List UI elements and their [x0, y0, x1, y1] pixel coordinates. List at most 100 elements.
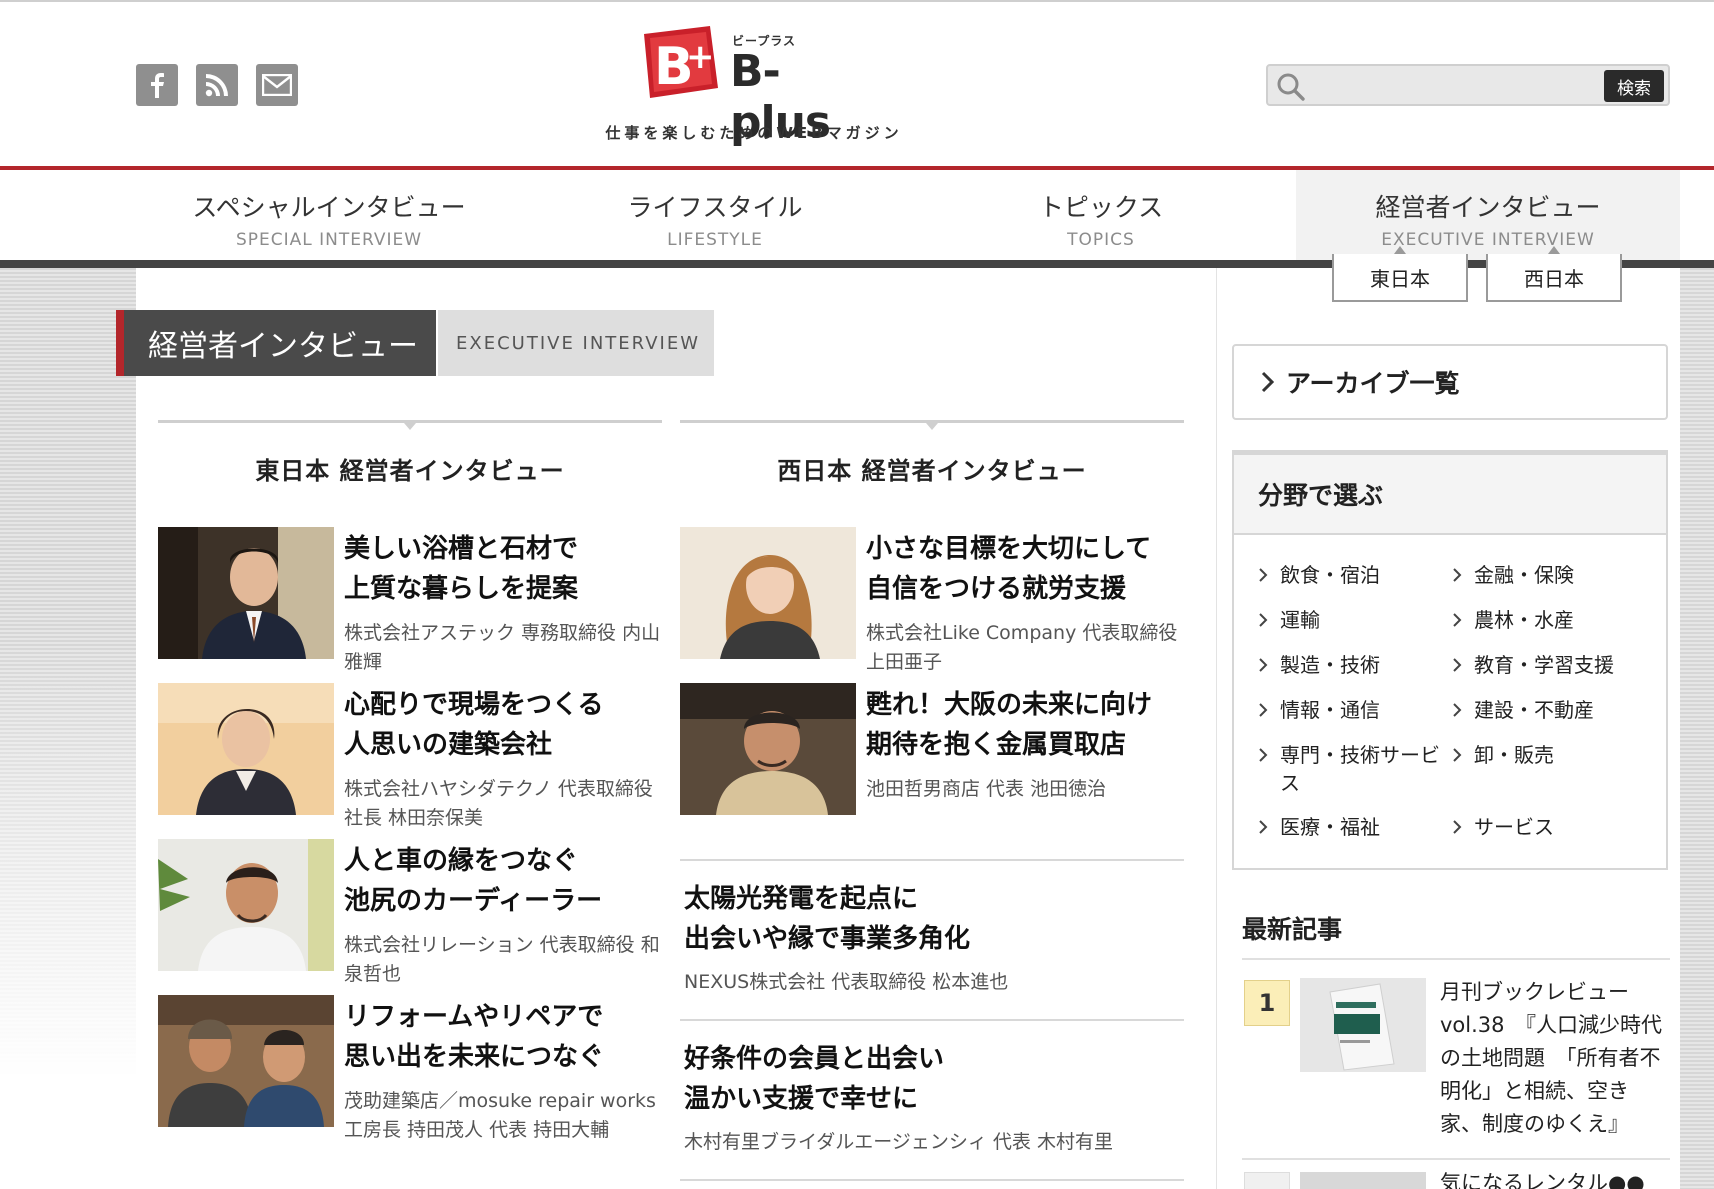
chevron-right-icon	[1259, 658, 1268, 672]
chevron-right-icon	[1453, 568, 1462, 582]
genre-item[interactable]: 運輸	[1254, 606, 1454, 634]
nav-label-jp: スペシャルインタビュー	[192, 193, 466, 222]
west-card-list: 小さな目標を大切にして 自信をつける就労支援 株式会社Like Company 代…	[680, 527, 1184, 1187]
search-box: 検索	[1266, 64, 1670, 106]
genre-item[interactable]: サービス	[1448, 813, 1648, 841]
facebook-button[interactable]	[136, 64, 178, 106]
article-thumbnail	[158, 839, 334, 971]
column-divider	[158, 420, 662, 430]
west-japan-column: 西日本 経営者インタビュー	[680, 420, 1184, 486]
genre-title: 分野で選ぶ	[1234, 455, 1666, 535]
article-title: 小さな目標を大切にして 自信をつける就労支援	[866, 534, 1152, 604]
genre-item[interactable]: 情報・通信	[1254, 696, 1454, 724]
article-author: 木村有里ブライダルエージェンシィ 代表 木村有里	[684, 1131, 1113, 1153]
article-author: 株式会社Like Company 代表取締役 上田亜子	[866, 622, 1178, 673]
article-card[interactable]: 小さな目標を大切にして 自信をつける就労支援 株式会社Like Company 代…	[680, 527, 1184, 677]
article-author: 茂助建築店／mosuke repair works 工房長 持田茂人 代表 持田…	[344, 1090, 656, 1141]
article-author: NEXUS株式会社 代表取締役 松本進也	[684, 971, 1009, 993]
background-fade	[0, 640, 136, 1189]
card-divider	[680, 1179, 1184, 1181]
svg-text:+: +	[686, 37, 715, 77]
rank-badge	[1244, 1172, 1290, 1189]
column-title: 東日本 経営者インタビュー	[255, 457, 565, 485]
genre-item[interactable]: 金融・保険	[1448, 561, 1648, 589]
genre-item[interactable]: 医療・福祉	[1254, 813, 1454, 841]
genre-item[interactable]: 卸・販売	[1448, 741, 1648, 769]
mail-icon	[262, 74, 292, 96]
article-card[interactable]: 甦れ！大阪の未来に向け 期待を抱く金属買取店 池田哲男商店 代表 池田徳治	[680, 683, 1184, 833]
nav-lifestyle[interactable]: ライフスタイル LIFESTYLE	[522, 170, 908, 262]
rss-button[interactable]	[196, 64, 238, 106]
nav-special-interview[interactable]: スペシャルインタビュー SPECIAL INTERVIEW	[136, 170, 522, 262]
nav-label-en: LIFESTYLE	[667, 230, 763, 250]
site-header: B + ビープラス B-plus 仕事を楽しむためのWEBマガジン 検索	[0, 2, 1714, 168]
nav-label-en: SPECIAL INTERVIEW	[235, 230, 423, 250]
nav-label-en: TOPICS	[1067, 230, 1135, 250]
chevron-right-icon	[1259, 748, 1268, 762]
section-title-jp: 経営者インタビュー	[116, 310, 436, 376]
article-thumbnail	[158, 995, 334, 1127]
article-card[interactable]: 人と車の縁をつなぐ 池尻のカーディーラー 株式会社リレーション 代表取締役 和泉哲…	[158, 839, 662, 989]
chevron-right-icon	[1259, 568, 1268, 582]
article-author: 株式会社ハヤシダテクノ 代表取締役社長 林田奈保美	[344, 778, 653, 829]
search-icon	[1277, 73, 1305, 101]
article-title: 美しい浴槽と石材で 上質な暮らしを提案	[344, 534, 579, 604]
rss-icon	[205, 74, 228, 97]
article-card[interactable]: リフォームやリペアで 思い出を未来につなぐ 茂助建築店／mosuke repair…	[158, 995, 662, 1145]
latest-divider	[1242, 1158, 1670, 1160]
genre-item[interactable]: 製造・技術	[1254, 651, 1454, 679]
subnav-east-japan[interactable]: 東日本	[1332, 246, 1468, 302]
chevron-right-icon	[1453, 613, 1462, 627]
latest-thumbnail[interactable]	[1300, 1172, 1426, 1189]
nav-label-jp: ライフスタイル	[627, 193, 803, 222]
genre-box: 分野で選ぶ 飲食・宿泊 金融・保険 運輸 農林・水産 製造・技術 教育・学習支援…	[1232, 450, 1668, 870]
article-title: 甦れ！大阪の未来に向け 期待を抱く金属買取店	[866, 690, 1153, 760]
article-card[interactable]: 太陽光発電を起点に 出会いや縁で事業多角化 NEXUS株式会社 代表取締役 松本進…	[680, 859, 1184, 997]
genre-item[interactable]: 飲食・宿泊	[1254, 561, 1454, 589]
rank-badge: 1	[1244, 980, 1290, 1026]
nav-label-jp: トピックス	[1038, 193, 1164, 222]
bplus-logo-mark: B +	[644, 26, 718, 98]
genre-item[interactable]: 建設・不動産	[1448, 696, 1648, 724]
latest-divider	[1242, 958, 1670, 960]
genre-item[interactable]: 教育・学習支援	[1448, 651, 1648, 679]
article-thumbnail	[680, 683, 856, 815]
archive-link[interactable]: アーカイブ一覧	[1232, 344, 1668, 420]
genre-item[interactable]: 農林・水産	[1448, 606, 1648, 634]
article-title: 太陽光発電を起点に 出会いや縁で事業多角化	[684, 884, 971, 954]
article-title: 心配りで現場をつくる 人思いの建築会社	[344, 690, 604, 760]
card-divider	[680, 859, 1184, 861]
card-divider	[680, 1019, 1184, 1021]
latest-article-link[interactable]: 月刊ブックレビュー vol.38 『人口減少時代の土地問題 「所有者不明化」と相…	[1440, 976, 1666, 1141]
article-title: 好条件の会員と出会い 温かい支援で幸せに	[684, 1044, 945, 1114]
article-card[interactable]: 好条件の会員と出会い 温かい支援で幸せに 木村有里ブライダルエージェンシィ 代表 …	[680, 1019, 1184, 1157]
chevron-right-icon	[1259, 613, 1268, 627]
nav-label-jp: 経営者インタビュー	[1375, 193, 1601, 222]
search-button[interactable]: 検索	[1604, 70, 1664, 102]
article-thumbnail	[158, 683, 334, 815]
social-links	[136, 64, 298, 106]
main-nav: スペシャルインタビュー SPECIAL INTERVIEW ライフスタイル LI…	[0, 170, 1714, 262]
nav-topics[interactable]: トピックス TOPICS	[908, 170, 1294, 262]
facebook-icon	[151, 73, 164, 98]
latest-article-link[interactable]: 気になるレンタル●●	[1440, 1168, 1666, 1189]
region-subnav: 東日本 西日本	[1332, 246, 1622, 302]
chevron-right-icon	[1453, 748, 1462, 762]
genre-item[interactable]: 専門・技術サービス	[1254, 741, 1444, 797]
nav-label-en: EXECUTIVE INTERVIEW	[1381, 230, 1595, 250]
column-title: 西日本 経営者インタビュー	[777, 457, 1087, 485]
site-logo[interactable]: B + ビープラス B-plus	[636, 20, 866, 148]
nav-executive-interview[interactable]: 経営者インタビュー EXECUTIVE INTERVIEW	[1296, 170, 1680, 262]
mail-button[interactable]	[256, 64, 298, 106]
background-stripes-right	[1680, 268, 1714, 1189]
article-card[interactable]: 心配りで現場をつくる 人思いの建築会社 株式会社ハヤシダテクノ 代表取締役社長 林…	[158, 683, 662, 833]
chevron-right-icon	[1259, 820, 1268, 834]
latest-thumbnail[interactable]	[1300, 978, 1426, 1072]
chevron-right-icon	[1259, 703, 1268, 717]
subnav-west-japan[interactable]: 西日本	[1486, 246, 1622, 302]
article-thumbnail	[158, 527, 334, 659]
chevron-right-icon	[1453, 658, 1462, 672]
article-card[interactable]: 美しい浴槽と石材で 上質な暮らしを提案 株式会社アステック 専務取締役 内山雅輝	[158, 527, 662, 677]
chevron-right-icon	[1261, 371, 1274, 393]
search-input[interactable]	[1312, 70, 1592, 100]
